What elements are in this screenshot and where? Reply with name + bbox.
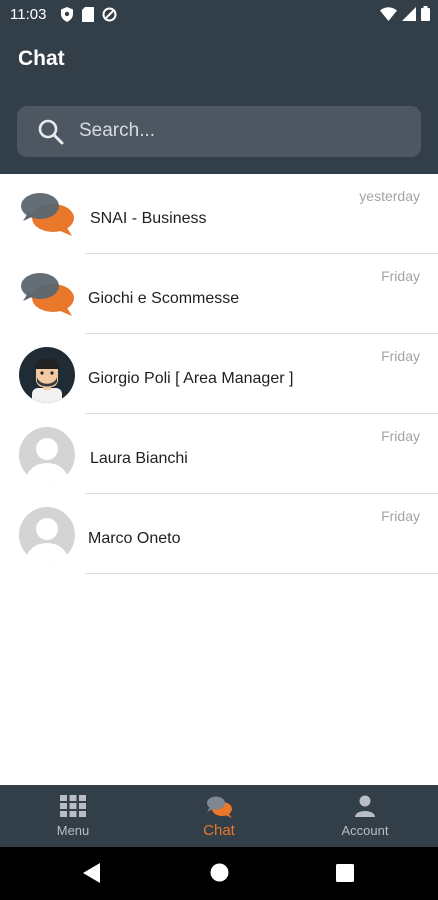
chat-name: Laura Bianchi [90, 450, 188, 467]
nav-item-menu[interactable]: Menu [0, 785, 146, 847]
chat-name: Marco Oneto [88, 530, 181, 547]
default-user-icon [19, 427, 75, 483]
nav-item-account[interactable]: Account [292, 785, 438, 847]
chat-time: Friday [381, 508, 420, 524]
sd-card-icon [82, 7, 94, 22]
chat-list-item[interactable]: SNAI - Business yesterday [0, 174, 438, 254]
grid-icon [60, 795, 86, 817]
chat-time: Friday [381, 348, 420, 364]
chat-name: SNAI - Business [90, 210, 207, 227]
nav-label-chat: Chat [203, 822, 235, 839]
chat-time: yesterday [359, 188, 420, 204]
battery-icon [421, 6, 430, 21]
back-icon[interactable] [83, 863, 101, 883]
avatar-illustration [19, 347, 75, 403]
page-title: Chat [18, 47, 65, 70]
wifi-icon [380, 6, 397, 21]
chat-list: SNAI - Business yesterday Giochi e Scomm… [0, 174, 438, 574]
search-icon [38, 119, 64, 145]
search-bar[interactable] [17, 106, 421, 157]
divider [85, 573, 438, 574]
chat-list-item[interactable]: Laura Bianchi Friday [0, 414, 438, 494]
system-nav-bar [0, 847, 438, 900]
chat-list-item[interactable]: Marco Oneto Friday [0, 494, 438, 574]
chat-name: Giochi e Scommesse [88, 290, 240, 307]
person-icon [355, 795, 375, 817]
shield-icon [61, 7, 73, 22]
search-input[interactable] [79, 116, 399, 146]
system-status-icons [380, 6, 430, 21]
chat-time: Friday [381, 268, 420, 284]
status-time: 11:03 [10, 6, 47, 23]
nav-item-chat[interactable]: Chat [146, 785, 292, 847]
chat-name: Giorgio Poli [ Area Manager ] [88, 370, 294, 387]
default-user-icon [19, 507, 75, 563]
nav-label-menu: Menu [56, 823, 90, 838]
bottom-nav: Menu Chat Account [0, 785, 438, 847]
status-bar: 11:03 [0, 0, 438, 30]
chat-time: Friday [381, 428, 420, 444]
data-saver-icon [102, 7, 117, 22]
chat-list-item[interactable]: Giochi e Scommesse Friday [0, 254, 438, 334]
chat-bubbles-icon [207, 796, 232, 818]
app-header: Chat [0, 30, 438, 174]
home-icon[interactable] [210, 863, 229, 882]
chat-bubbles-icon [21, 193, 74, 236]
notification-icons [60, 7, 117, 22]
recents-icon[interactable] [336, 864, 354, 882]
signal-icon [402, 6, 416, 21]
nav-label-account: Account [341, 823, 389, 838]
chat-list-item[interactable]: Giorgio Poli [ Area Manager ] Friday [0, 334, 438, 414]
chat-bubbles-icon [21, 273, 74, 316]
